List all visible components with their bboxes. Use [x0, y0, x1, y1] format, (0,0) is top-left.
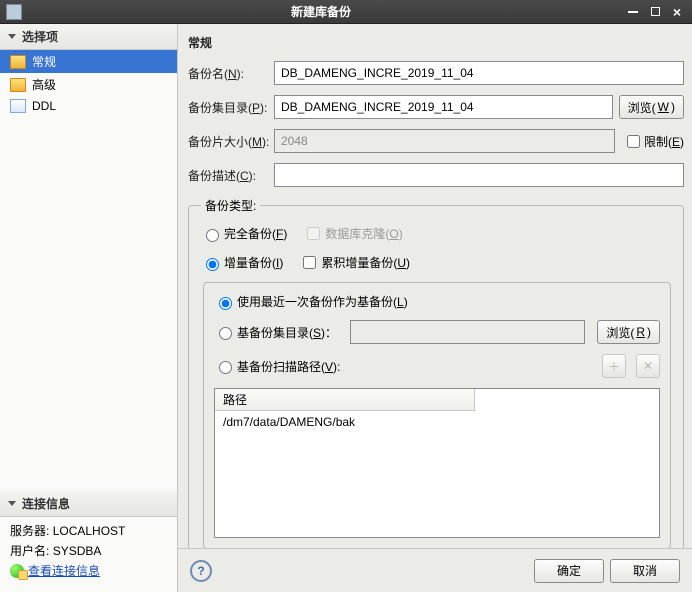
server-value: LOCALHOST [53, 524, 126, 538]
base-dir-row: 基备份集目录(S)： 浏览(R) [214, 320, 660, 344]
select-section-header[interactable]: 选择项 [0, 24, 177, 50]
window-minimize-button[interactable] [624, 5, 642, 19]
main-panel: 常规 备份名(N): 备份集目录(P): 浏览(W) 备份片大小(M): [178, 24, 692, 592]
nav-list: 常规 高级 DDL [0, 50, 177, 116]
client-area: 选择项 常规 高级 DDL 连接信息 服务器: LO [0, 24, 692, 592]
server-row: 服务器: LOCALHOST [10, 521, 167, 541]
incre-backup-row: 增量备份(I) 累积增量备份(U) [201, 253, 673, 272]
ok-label: 确定 [557, 562, 581, 579]
backup-dir-row: 备份集目录(P): 浏览(W) [188, 95, 684, 119]
backup-type-group: 备份类型: 完全备份(F) 数据库克隆(O) 增量备份(I) [188, 197, 684, 560]
help-icon: ? [197, 564, 204, 578]
full-backup-radio-label[interactable]: 完全备份(F) [201, 225, 287, 242]
page-heading: 常规 [188, 34, 684, 51]
piece-size-row: 备份片大小(M): 限制(E) [188, 129, 684, 153]
piece-size-input [274, 129, 615, 153]
path-cell-value: /dm7/data/DAMENG/bak [223, 415, 355, 429]
use-last-radio[interactable] [219, 297, 232, 310]
dialog-footer: ? 确定 取消 [178, 548, 692, 592]
desc-input[interactable] [274, 163, 684, 187]
remove-path-button[interactable]: ✕ [636, 354, 660, 378]
limit-checkbox-label[interactable]: 限制(E) [623, 132, 684, 151]
doc-icon [10, 99, 26, 113]
use-last-row: 使用最近一次备份作为基备份(L) [214, 293, 660, 310]
scan-path-radio[interactable] [219, 361, 232, 374]
desc-row: 备份描述(C): [188, 163, 684, 187]
path-column-header[interactable]: 路径 [215, 389, 475, 411]
plus-icon: ＋ [608, 358, 620, 375]
nav-item-ddl[interactable]: DDL [0, 96, 177, 116]
table-row[interactable]: /dm7/data/DAMENG/bak [215, 413, 659, 431]
collapse-icon [8, 501, 16, 506]
backup-name-label: 备份名(N): [188, 65, 274, 82]
folder-icon [10, 78, 26, 92]
full-backup-radio[interactable] [206, 229, 219, 242]
user-label: 用户名: [10, 544, 49, 558]
cancel-button[interactable]: 取消 [610, 559, 680, 583]
app-icon [6, 4, 22, 20]
browse-base-dir-button[interactable]: 浏览(R) [597, 320, 660, 344]
base-backup-group: 使用最近一次备份作为基备份(L) 基备份集目录(S)： 浏览(R) [203, 282, 671, 549]
nav-item-label: 高级 [32, 76, 56, 93]
view-connection-link[interactable]: 查看连接信息 [10, 561, 100, 581]
db-clone-checkbox-label: 数据库克隆(O) [303, 224, 402, 243]
close-icon: ✕ [643, 359, 653, 373]
backup-name-row: 备份名(N): [188, 61, 684, 85]
desc-label: 备份描述(C): [188, 167, 274, 184]
scan-path-radio-label[interactable]: 基备份扫描路径(V): [214, 358, 364, 375]
conn-section-header[interactable]: 连接信息 [0, 491, 177, 517]
ok-button[interactable]: 确定 [534, 559, 604, 583]
server-label: 服务器: [10, 524, 49, 538]
left-panel: 选择项 常规 高级 DDL 连接信息 服务器: LO [0, 24, 178, 592]
connection-info: 服务器: LOCALHOST 用户名: SYSDBA 查看连接信息 [0, 517, 177, 592]
scan-path-row: 基备份扫描路径(V): ＋ ✕ [214, 354, 660, 378]
select-section-label: 选择项 [22, 28, 58, 45]
limit-text: 限制(E) [644, 133, 684, 150]
base-dir-radio-label[interactable]: 基备份集目录(S)： [214, 324, 344, 341]
add-path-button[interactable]: ＋ [602, 354, 626, 378]
base-dir-radio[interactable] [219, 327, 232, 340]
backup-dir-label: 备份集目录(P): [188, 99, 274, 116]
incre-backup-radio-label[interactable]: 增量备份(I) [201, 254, 283, 271]
window-maximize-button[interactable] [646, 5, 664, 19]
browse-dir-button[interactable]: 浏览(W) [619, 95, 684, 119]
conn-section-label: 连接信息 [22, 495, 70, 512]
window-title: 新建库备份 [22, 3, 620, 20]
base-dir-input [350, 320, 585, 344]
cumulative-checkbox-label[interactable]: 累积增量备份(U) [299, 253, 410, 272]
limit-checkbox[interactable] [627, 135, 640, 148]
backup-name-input[interactable] [274, 61, 684, 85]
path-table-body: /dm7/data/DAMENG/bak [215, 411, 659, 537]
db-clone-checkbox [307, 227, 320, 240]
view-connection-label: 查看连接信息 [28, 561, 100, 581]
nav-item-label: 常规 [32, 53, 56, 70]
nav-item-advanced[interactable]: 高级 [0, 73, 177, 96]
path-column-label: 路径 [223, 391, 247, 408]
folder-icon [10, 55, 26, 69]
titlebar: 新建库备份 × [0, 0, 692, 24]
user-value: SYSDBA [53, 544, 102, 558]
collapse-icon [8, 34, 16, 39]
nav-item-label: DDL [32, 99, 56, 113]
backup-type-legend: 备份类型: [201, 197, 260, 214]
help-button[interactable]: ? [190, 560, 212, 582]
cumulative-checkbox[interactable] [303, 256, 316, 269]
cancel-label: 取消 [633, 562, 657, 579]
piece-size-label: 备份片大小(M): [188, 133, 274, 150]
use-last-radio-label[interactable]: 使用最近一次备份作为基备份(L) [214, 293, 408, 310]
full-backup-row: 完全备份(F) 数据库克隆(O) [201, 224, 673, 243]
path-table[interactable]: 路径 /dm7/data/DAMENG/bak [214, 388, 660, 538]
connection-icon [10, 564, 24, 578]
incre-backup-radio[interactable] [206, 258, 219, 271]
user-row: 用户名: SYSDBA [10, 541, 167, 561]
backup-dir-input[interactable] [274, 95, 613, 119]
nav-item-general[interactable]: 常规 [0, 50, 177, 73]
window-close-button[interactable]: × [668, 5, 686, 19]
